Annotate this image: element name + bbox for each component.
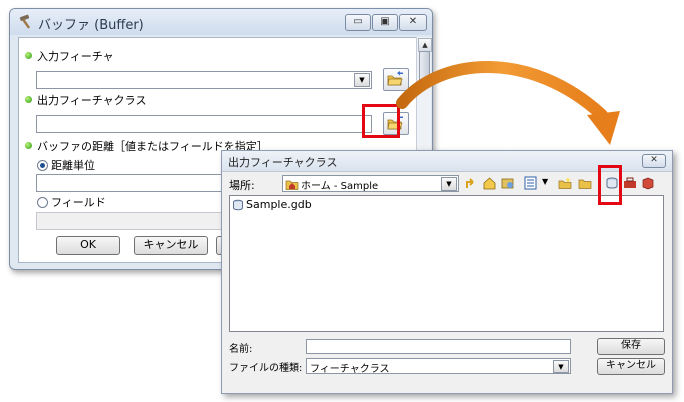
location-value: ホーム - Sample bbox=[301, 181, 379, 192]
location-dropdown[interactable]: ホーム - Sample ▼ bbox=[282, 175, 459, 192]
home-folder-icon bbox=[285, 180, 299, 190]
linear-unit-label: 距離単位 bbox=[51, 159, 95, 172]
field-label: フィールド bbox=[51, 196, 106, 209]
new-toolbox-icon[interactable] bbox=[623, 176, 638, 190]
save-dialog-title: 出力フィーチャクラス bbox=[228, 156, 338, 169]
file-type-dropdown[interactable]: フィーチャクラス ▼ bbox=[306, 358, 571, 375]
file-type-value: フィーチャクラス bbox=[310, 364, 390, 375]
view-toggle-icon[interactable] bbox=[524, 176, 539, 190]
required-bullet-icon bbox=[25, 142, 32, 149]
ok-button[interactable]: OK bbox=[56, 236, 120, 255]
chevron-down-icon[interactable]: ▼ bbox=[354, 73, 370, 87]
chevron-down-icon[interactable]: ▼ bbox=[542, 177, 548, 186]
close-icon: ✕ bbox=[650, 155, 658, 165]
required-bullet-icon bbox=[25, 96, 32, 103]
location-label: 場所: bbox=[229, 179, 255, 192]
minimize-icon: ▭ bbox=[353, 16, 363, 27]
geodatabase-icon bbox=[233, 199, 243, 211]
new-feature-dataset-icon[interactable] bbox=[641, 176, 656, 190]
name-input[interactable] bbox=[306, 339, 571, 354]
output-feature-class-label: 出力フィーチャクラス bbox=[37, 94, 147, 107]
hammer-icon bbox=[19, 14, 31, 29]
file-name: Sample.gdb bbox=[246, 198, 312, 211]
save-dialog-cancel-button[interactable]: キャンセル bbox=[597, 358, 665, 375]
maximize-button[interactable]: ▣ bbox=[372, 14, 398, 31]
maximize-icon: ▣ bbox=[380, 16, 390, 27]
distance-field-dropdown bbox=[36, 212, 228, 230]
linear-unit-radio[interactable] bbox=[37, 160, 48, 171]
required-bullet-icon bbox=[25, 52, 32, 59]
input-features-dropdown[interactable]: ▼ bbox=[36, 71, 372, 89]
buffer-dialog-title: バッファ (Buffer) bbox=[38, 18, 144, 33]
connect-folder-icon[interactable] bbox=[500, 176, 515, 190]
folder-icon[interactable] bbox=[578, 176, 593, 190]
save-button[interactable]: 保存 bbox=[597, 338, 665, 355]
chevron-down-icon[interactable]: ▼ bbox=[441, 177, 457, 191]
linear-unit-value-field[interactable] bbox=[36, 174, 228, 192]
go-up-icon[interactable] bbox=[464, 176, 479, 190]
buffer-dialog-titlebar[interactable]: バッファ (Buffer) ▭ ▣ ✕ bbox=[10, 9, 432, 35]
scroll-up-icon[interactable]: ▲ bbox=[418, 38, 432, 52]
save-dialog-close-button[interactable]: ✕ bbox=[642, 154, 666, 168]
home-icon[interactable] bbox=[482, 176, 497, 190]
close-button[interactable]: ✕ bbox=[399, 14, 427, 31]
input-features-label: 入力フィーチャ bbox=[37, 50, 114, 63]
file-list[interactable]: Sample.gdb bbox=[229, 195, 664, 332]
close-icon: ✕ bbox=[408, 16, 418, 27]
cancel-button[interactable]: キャンセル bbox=[134, 236, 208, 255]
chevron-down-icon[interactable]: ▼ bbox=[553, 360, 569, 373]
new-folder-icon[interactable] bbox=[558, 176, 573, 190]
field-radio[interactable] bbox=[37, 197, 48, 208]
name-label: 名前: bbox=[229, 344, 253, 355]
file-type-label: ファイルの種類: bbox=[229, 363, 303, 374]
minimize-button[interactable]: ▭ bbox=[345, 14, 371, 31]
new-geodatabase-highlight bbox=[598, 165, 622, 205]
output-feature-class-field[interactable] bbox=[36, 115, 372, 133]
